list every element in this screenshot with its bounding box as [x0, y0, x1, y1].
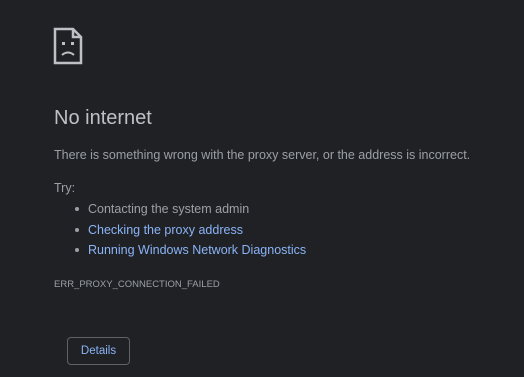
bullet-icon — [75, 207, 79, 211]
error-code: ERR_PROXY_CONNECTION_FAILED — [54, 279, 220, 290]
suggestions-list: Contacting the system admin Checking the… — [54, 201, 306, 263]
sad-document-icon — [53, 27, 83, 65]
bullet-icon — [75, 227, 79, 232]
suggestion-network-diagnostics: Running Windows Network Diagnostics — [54, 242, 306, 263]
bullet-icon — [75, 248, 79, 252]
try-label: Try: — [54, 181, 76, 195]
suggestion-check-proxy: Checking the proxy address — [54, 222, 306, 243]
check-proxy-link[interactable]: Checking the proxy address — [88, 223, 243, 237]
details-button[interactable]: Details — [67, 337, 130, 365]
page-title: No internet — [54, 107, 152, 129]
network-diagnostics-link[interactable]: Running Windows Network Diagnostics — [88, 243, 306, 257]
error-page: No internet There is something wrong wit… — [0, 0, 524, 377]
error-message: There is something wrong with the proxy … — [54, 148, 471, 162]
suggestion-text: Contacting the system admin — [88, 202, 250, 216]
suggestion-contact-admin: Contacting the system admin — [54, 201, 306, 222]
